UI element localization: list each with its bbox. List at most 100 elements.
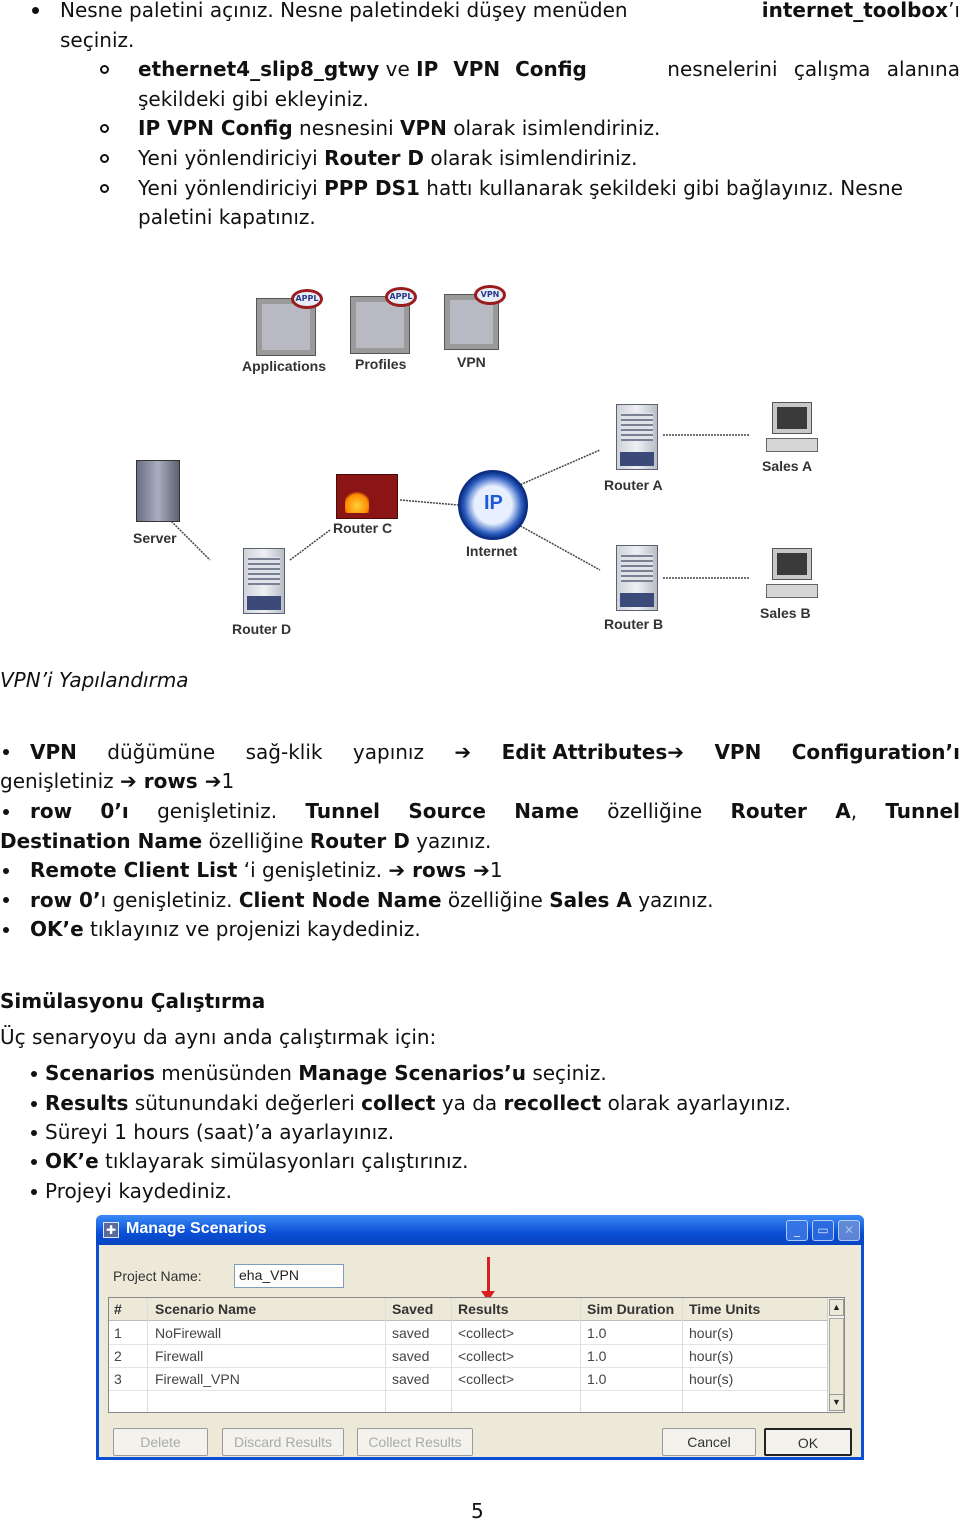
table-row[interactable]: 2 Firewall saved <collect> 1.0 hour(s) [109, 1345, 844, 1368]
cell-index: 2 [114, 1348, 122, 1364]
table-row[interactable]: 3 Firewall_VPN saved <collect> 1.0 hour(… [109, 1368, 844, 1391]
discard-results-button[interactable]: Discard Results [222, 1428, 344, 1456]
link-routerd-routerc [289, 529, 331, 561]
cell-saved: saved [392, 1371, 430, 1387]
node-label-sales-a: Sales A [762, 458, 813, 474]
link-internet-routerb [514, 522, 601, 571]
bullet [31, 1189, 37, 1195]
profiles-config-icon: APPL [350, 287, 417, 354]
project-name-label: Project Name: [113, 1268, 202, 1284]
column-divider [580, 1298, 581, 1412]
cell-sim-duration[interactable]: 1.0 [587, 1348, 606, 1364]
cell-results[interactable]: <collect> [458, 1325, 514, 1341]
cell-time-units[interactable]: hour(s) [689, 1325, 733, 1341]
cell-sim-duration[interactable]: 1.0 [587, 1325, 606, 1341]
app-icon: ✚ [103, 1222, 119, 1238]
node-label-router-b: Router B [604, 616, 664, 632]
column-header[interactable]: Saved [392, 1301, 433, 1317]
cell-saved: saved [392, 1325, 430, 1341]
column-header[interactable]: # [114, 1301, 122, 1317]
bullet [3, 927, 9, 933]
router-b-icon [616, 545, 658, 611]
palette-label: Profiles [355, 356, 407, 372]
column-header[interactable]: Results [458, 1301, 509, 1317]
router-d-icon [243, 548, 285, 614]
collect-results-button[interactable]: Collect Results [357, 1428, 473, 1456]
table-header: # Scenario Name Saved Results Sim Durati… [109, 1298, 844, 1321]
bullet [31, 1159, 37, 1165]
palette-label: Applications [242, 358, 327, 374]
cell-sim-duration[interactable]: 1.0 [587, 1371, 606, 1387]
node-label-router-a: Router A [604, 477, 663, 493]
manage-scenarios-dialog: ✚ Manage Scenarios _ ▭ ✕ Project Name: e… [96, 1215, 864, 1460]
column-header[interactable]: Scenario Name [155, 1301, 256, 1317]
cell-results[interactable]: <collect> [458, 1371, 514, 1387]
minimize-button[interactable]: _ [786, 1220, 808, 1241]
scrollbar-thumb[interactable] [829, 1318, 844, 1402]
node-label-router-d: Router D [232, 621, 292, 637]
cell-saved: saved [392, 1348, 430, 1364]
instruction-line: Results sütunundaki değerleri collect ya… [45, 1091, 791, 1115]
column-header[interactable]: Time Units [689, 1301, 760, 1317]
bullet [3, 897, 9, 903]
bullet [31, 1071, 37, 1077]
bullet [31, 1130, 37, 1136]
cell-time-units[interactable]: hour(s) [689, 1348, 733, 1364]
link-routerc-internet [399, 499, 459, 506]
internet-cloud-icon: IP [458, 470, 528, 540]
red-arrow-annotation [481, 1257, 495, 1301]
node-label-router-c: Router C [333, 520, 393, 536]
cell-scenario-name[interactable]: NoFirewall [155, 1325, 221, 1341]
vertical-scrollbar[interactable]: ▲ ▼ [827, 1298, 844, 1412]
scroll-up-arrow-icon[interactable]: ▲ [829, 1299, 844, 1316]
instruction-line: Remote Client List ‘i genişletiniz. ➔ ro… [30, 858, 503, 882]
bullet [31, 1101, 37, 1107]
instruction-line: row 0’ı genişletiniz. Client Node Name ö… [30, 888, 714, 912]
dialog-body: Project Name: eha_VPN # Scenario Name Sa… [99, 1245, 861, 1457]
cancel-button[interactable]: Cancel [662, 1428, 756, 1456]
cell-scenario-name[interactable]: Firewall_VPN [155, 1371, 240, 1387]
sales-b-workstation-icon [766, 548, 818, 598]
router-a-icon [616, 404, 658, 470]
cell-results[interactable]: <collect> [458, 1348, 514, 1364]
dialog-titlebar[interactable]: ✚ Manage Scenarios _ ▭ ✕ [96, 1215, 864, 1245]
close-button[interactable]: ✕ [838, 1220, 860, 1241]
table-row[interactable]: 1 NoFirewall saved <collect> 1.0 hour(s) [109, 1322, 844, 1345]
intro-text: Üç senaryoyu da aynı anda çalıştırmak iç… [0, 1025, 437, 1049]
instruction-line: OK’e tıklayarak simülasyonları çalıştırı… [45, 1149, 469, 1173]
link-internet-routera [514, 449, 601, 488]
maximize-button[interactable]: ▭ [812, 1220, 834, 1241]
scroll-down-arrow-icon[interactable]: ▼ [829, 1394, 844, 1411]
instruction-line: Projeyi kaydediniz. [45, 1179, 233, 1203]
node-label-internet: Internet [466, 543, 518, 559]
cell-time-units[interactable]: hour(s) [689, 1371, 733, 1387]
cell-scenario-name[interactable]: Firewall [155, 1348, 203, 1364]
ok-button[interactable]: OK [764, 1428, 852, 1456]
section-heading: Simülasyonu Çalıştırma [0, 989, 266, 1013]
node-label-server: Server [133, 530, 177, 546]
instruction-line: OK’e tıklayınız ve projenizi kaydediniz. [30, 917, 421, 941]
cell-index: 1 [114, 1325, 122, 1341]
section-heading: VPN’i Yapılandırma [0, 668, 189, 692]
project-name-input[interactable]: eha_VPN [234, 1264, 344, 1288]
column-divider [147, 1298, 148, 1412]
instruction-line: VPN düğümüne sağ-klik yapınız ➔ Edit Att… [30, 740, 960, 764]
sales-a-workstation-icon [766, 402, 818, 452]
table-row-empty [109, 1391, 844, 1414]
router-c-firewall-icon [336, 474, 398, 519]
delete-button[interactable]: Delete [113, 1428, 208, 1456]
instruction-line: Destination Name özelliğine Router D yaz… [0, 829, 492, 853]
vpn-config-icon: VPN [444, 285, 506, 350]
applications-config-icon: APPL [256, 289, 323, 356]
instruction-line: Scenarios menüsünden Manage Scenarios’u … [45, 1061, 607, 1085]
column-divider [682, 1298, 683, 1412]
instruction-line: genişletiniz ➔ rows ➔1 [0, 769, 235, 793]
column-divider [451, 1298, 452, 1412]
server-icon [136, 460, 180, 522]
bullet [3, 868, 9, 874]
palette-label: VPN [457, 354, 486, 370]
dialog-title: Manage Scenarios [126, 1220, 267, 1237]
instruction-line: Süreyi 1 hours (saat)’a ayarlayınız. [45, 1120, 395, 1144]
bullet [3, 809, 9, 815]
column-header[interactable]: Sim Duration [587, 1301, 674, 1317]
